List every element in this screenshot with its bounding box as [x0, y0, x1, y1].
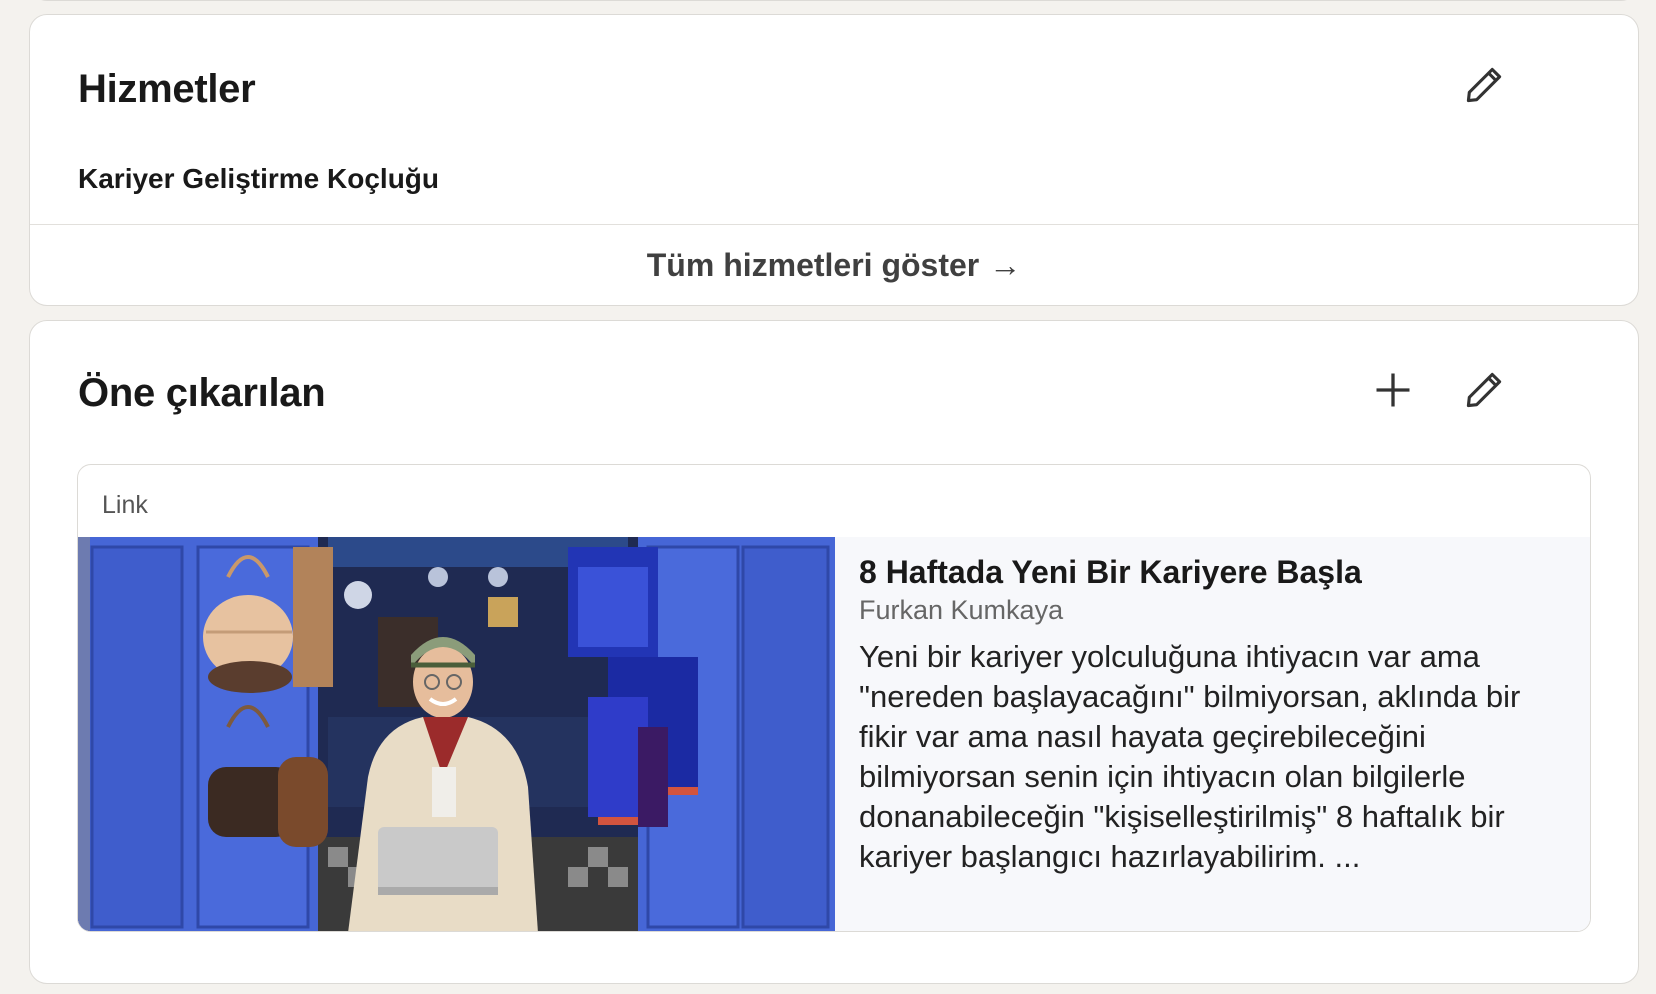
- featured-item-type: Link: [102, 491, 148, 519]
- plus-icon: [1376, 373, 1410, 407]
- featured-section: Öne çıkarılan Link 8 Haftada Yeni Bir Ka…: [29, 320, 1639, 984]
- services-title: Hizmetler: [78, 67, 256, 111]
- previous-card-bottom: [29, 0, 1639, 1]
- featured-item-description: Yeni bir kariyer yolculuğuna ihtiyacın v…: [859, 639, 1521, 874]
- featured-item-body: 8 Haftada Yeni Bir Kariyere Başla Furkan…: [835, 537, 1590, 931]
- services-section: Hizmetler Kariyer Geliştirme Koçluğu Tüm…: [29, 14, 1639, 306]
- service-item: Kariyer Geliştirme Koçluğu: [78, 163, 440, 194]
- add-featured-button[interactable]: [1361, 358, 1425, 422]
- featured-link-card[interactable]: Link 8 Haftada Yeni Bir Kariyere Başla F…: [77, 464, 1591, 932]
- pencil-icon: [1466, 372, 1502, 408]
- thumbnail-photo: [78, 537, 835, 931]
- pencil-icon: [1466, 67, 1502, 103]
- edit-services-button[interactable]: [1452, 53, 1516, 117]
- arrow-right-icon: →: [989, 246, 1022, 283]
- edit-featured-button[interactable]: [1452, 358, 1516, 422]
- featured-item-author: Furkan Kumkaya: [859, 595, 1064, 625]
- featured-item-title[interactable]: 8 Haftada Yeni Bir Kariyere Başla: [859, 551, 1566, 593]
- featured-thumbnail: [78, 537, 835, 931]
- featured-title: Öne çıkarılan: [78, 371, 326, 415]
- show-all-services-link[interactable]: Tüm hizmetleri göster →: [30, 225, 1638, 305]
- show-all-label: Tüm hizmetleri göster: [646, 246, 980, 283]
